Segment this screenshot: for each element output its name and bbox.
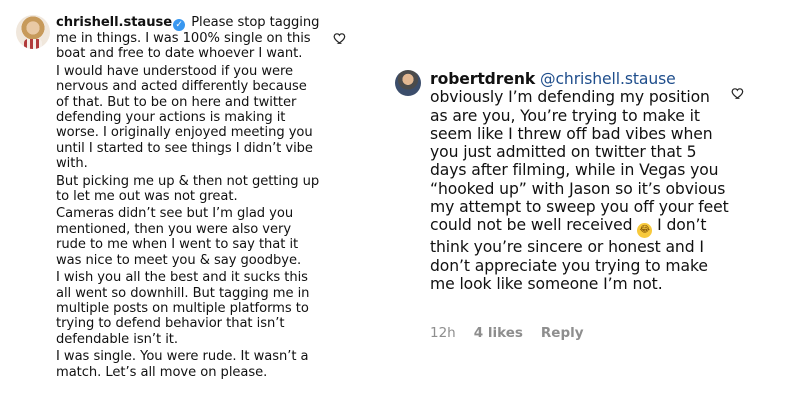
comment-2-text: obviously I’m defending my position as a… [430,88,729,235]
comment-2-meta: 12h 4 likes Reply [430,325,584,341]
heart-outline-icon[interactable] [731,86,745,100]
verified-badge-icon: ✓ [173,19,186,31]
comment-2: robertdrenk @chrishell.stause obviously … [430,70,730,293]
avatar[interactable] [16,15,50,49]
timestamp: 12h [430,325,456,341]
heart-outline-icon[interactable] [333,31,347,45]
comment-1-first-paragraph: chrishell.stause ✓ Please stop tagging me… [56,15,320,62]
comment-2-username[interactable]: robertdrenk [430,70,535,88]
comments-screenshot: chrishell.stause ✓ Please stop tagging me… [0,0,787,405]
comment-1: chrishell.stause ✓ Please stop tagging me… [56,15,320,382]
comment-1-paragraph: But picking me up & then not getting up … [56,173,320,205]
comment-1-paragraph: I wish you all the best and it sucks thi… [56,270,310,347]
laughing-emoji-icon: 😂 [637,223,653,239]
reply-button[interactable]: Reply [541,325,584,341]
comment-1-username[interactable]: chrishell.stause [56,15,172,30]
mention-link[interactable]: @chrishell.stause [540,70,676,88]
comment-1-paragraph: I was single. You were rude. It wasn’t a… [56,349,309,380]
comment-1-paragraph: I would have understood if you were nerv… [56,63,313,172]
avatar[interactable] [395,70,421,96]
likes-count[interactable]: 4 likes [474,325,523,341]
comment-1-paragraph: Cameras didn’t see but I’m glad you ment… [56,206,302,268]
